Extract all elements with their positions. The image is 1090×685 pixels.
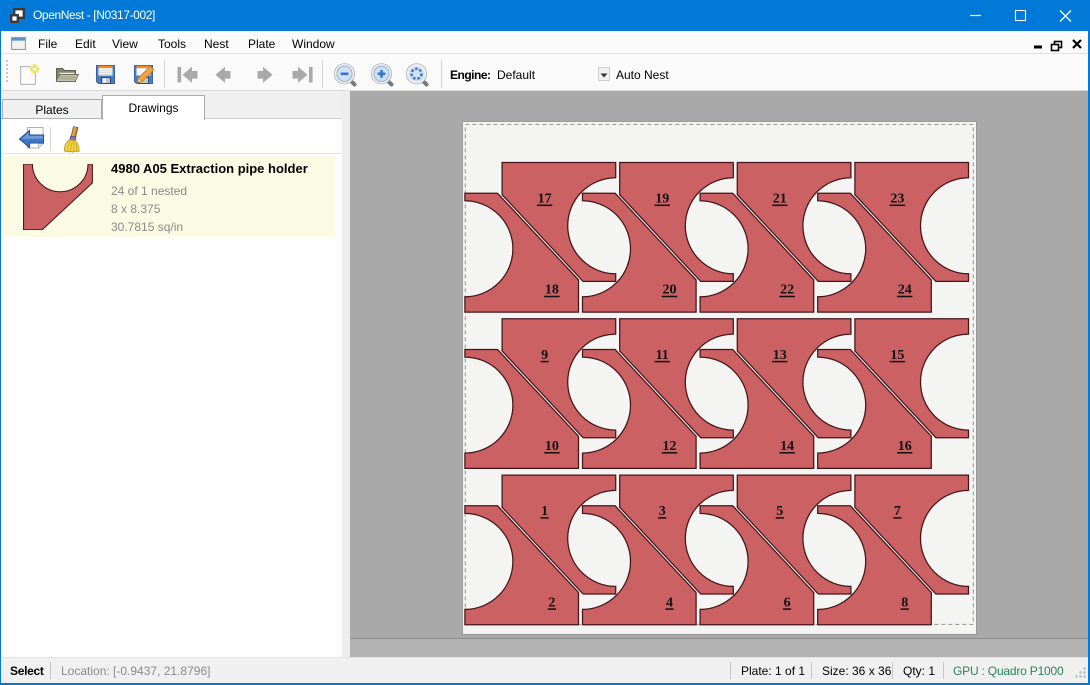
svg-text:5: 5 xyxy=(776,504,783,519)
svg-text:2: 2 xyxy=(548,595,555,610)
svg-text:21: 21 xyxy=(773,192,787,207)
svg-text:1: 1 xyxy=(541,504,548,519)
svg-text:6: 6 xyxy=(784,595,791,610)
svg-text:7: 7 xyxy=(894,504,901,519)
svg-text:11: 11 xyxy=(656,348,669,363)
svg-text:13: 13 xyxy=(773,348,787,363)
svg-text:14: 14 xyxy=(780,439,794,454)
svg-text:3: 3 xyxy=(659,504,666,519)
svg-text:20: 20 xyxy=(663,283,677,298)
svg-text:19: 19 xyxy=(655,192,669,207)
svg-text:22: 22 xyxy=(780,283,794,298)
svg-text:12: 12 xyxy=(663,439,677,454)
svg-text:23: 23 xyxy=(890,192,904,207)
svg-text:15: 15 xyxy=(890,348,904,363)
svg-text:10: 10 xyxy=(545,439,559,454)
svg-text:24: 24 xyxy=(898,283,912,298)
svg-text:4: 4 xyxy=(666,595,673,610)
svg-text:16: 16 xyxy=(898,439,912,454)
svg-text:18: 18 xyxy=(545,283,559,298)
svg-text:8: 8 xyxy=(901,595,908,610)
svg-text:17: 17 xyxy=(538,192,552,207)
svg-text:9: 9 xyxy=(541,348,548,363)
